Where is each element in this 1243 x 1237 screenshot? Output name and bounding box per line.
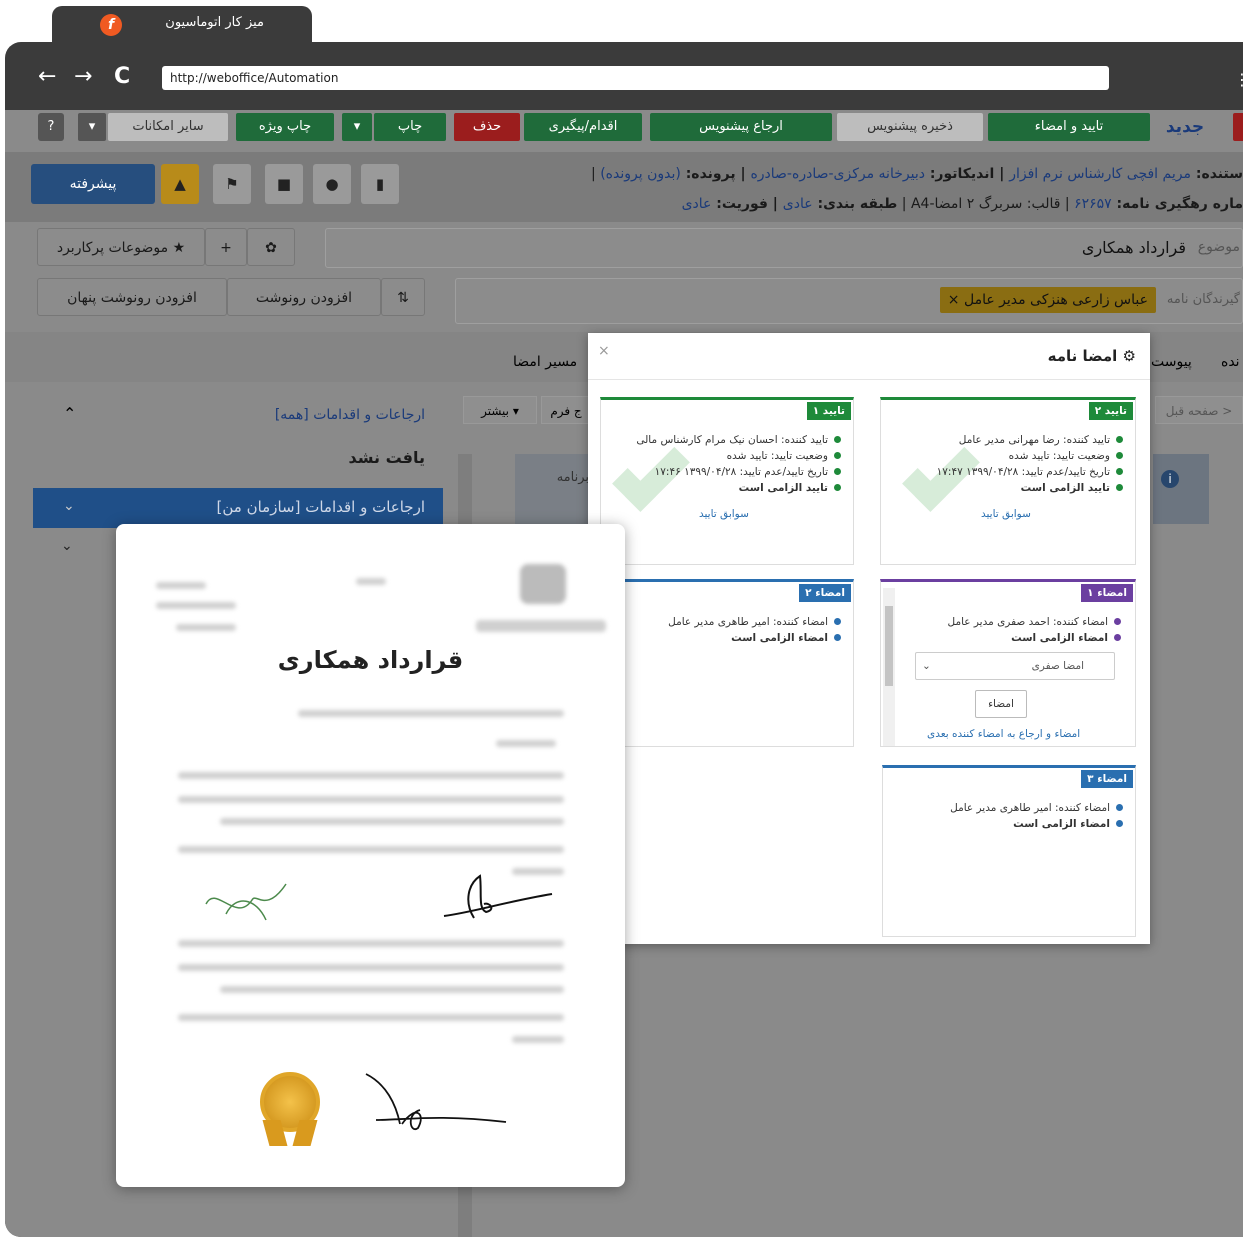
tab-title: میز کار اتوماسیون	[165, 15, 264, 30]
advanced-button[interactable]: پیشرفته	[31, 164, 155, 204]
other-features-button[interactable]: سایر امکانات	[108, 113, 228, 141]
sign-card-3: امضاء ۳ امضاء کننده: امیر طاهری مدیر عام…	[882, 765, 1136, 937]
info-line-1: ستنده: مریم افچی کارشناس نرم افزار | اند…	[591, 166, 1243, 182]
help-icon[interactable]: ?	[38, 113, 64, 141]
previous-page-button[interactable]: < صفحه قبل	[1155, 396, 1243, 424]
save-draft-button[interactable]: ذخیره پیشنویس	[837, 113, 983, 141]
flag-icon[interactable]: ⚑	[213, 164, 251, 204]
frequent-subjects-button[interactable]: ★ موضوعات پرکاربرد	[37, 228, 205, 266]
recipients-input[interactable]: گیرندگان نامه عباس زارعی هنزکی مدیر عامل…	[455, 278, 1243, 324]
app-logo-icon: f	[100, 14, 122, 36]
info-panel: i	[1153, 454, 1209, 524]
subject-input[interactable]: موضوع قرارداد همکاری	[325, 228, 1243, 268]
signature-3	[365, 1073, 507, 1131]
info-icon: i	[1161, 470, 1179, 488]
sign-card-2: امضاء ۲ امضاء کننده: امیر طاهری مدیر عام…	[622, 579, 854, 747]
chevron-down-icon[interactable]: ⌄	[61, 538, 73, 554]
sign-modal: × ⚙ امضا نامه تایید ۲ تایید کننده: رضا م…	[588, 333, 1150, 944]
approve-history-link[interactable]: سوابق تایید	[981, 508, 1031, 520]
delete-button[interactable]: حذف	[454, 113, 520, 141]
approve-card-1: تایید ۱ تایید کننده: احسان نیک مرام کارش…	[600, 397, 854, 565]
more-button[interactable]: ▾ بیشتر	[463, 396, 537, 424]
forward-arrow-icon[interactable]: →	[74, 64, 92, 89]
approve-sign-button[interactable]: تایید و امضاء	[988, 113, 1150, 141]
pin-icon[interactable]	[1233, 113, 1243, 141]
signature-1	[443, 874, 553, 919]
tab-sign-path[interactable]: مسیر امضا	[513, 354, 577, 370]
print-button[interactable]: چاپ	[374, 113, 446, 141]
back-arrow-icon[interactable]: ←	[38, 64, 56, 89]
info-line-2: ماره رهگیری نامه: ۶۲۶۵۷ | قالب: سربرگ ۲ …	[681, 196, 1243, 212]
program-panel: برنامه	[515, 454, 595, 524]
signature-2	[205, 883, 287, 921]
company-logo	[520, 564, 566, 604]
add-subject-button[interactable]: +	[205, 228, 247, 266]
add-copy-button[interactable]: افزودن رونوشت	[227, 278, 381, 316]
mic-icon[interactable]: ●	[313, 164, 351, 204]
recipient-chip[interactable]: عباس زارعی هنزکی مدیر عامل ×	[939, 287, 1156, 313]
signature-select[interactable]: امضا صفری ⌄	[915, 652, 1115, 680]
sort-icon[interactable]: ⇅	[381, 278, 425, 316]
card-scrollbar[interactable]	[883, 588, 895, 746]
special-print-button[interactable]: چاپ ویژه	[236, 113, 334, 141]
address-bar[interactable]: http://weboffice/Automation	[162, 66, 1109, 90]
sign-button[interactable]: امضاء	[975, 690, 1027, 718]
other-dropdown-icon[interactable]: ▾	[78, 113, 106, 141]
bookmark-icon[interactable]: ▮	[361, 164, 399, 204]
reload-icon[interactable]: C	[114, 64, 130, 89]
print-dropdown-icon[interactable]: ▾	[342, 113, 372, 141]
approve-history-link[interactable]: سوابق تایید	[699, 508, 749, 520]
tab-attachment[interactable]: پیوست	[1151, 354, 1192, 370]
modal-title: ⚙ امضا نامه	[1047, 347, 1136, 365]
add-hidden-copy-button[interactable]: افزودن رونوشت پنهان	[37, 278, 227, 316]
sign-and-refer-link[interactable]: امضاء و ارجاع به امضاء کننده بعدی	[927, 728, 1080, 740]
browser-menu-icon[interactable]: ⋮	[1234, 70, 1243, 89]
close-icon[interactable]: ×	[598, 343, 610, 359]
paw-icon[interactable]: ✿	[247, 228, 295, 266]
form-button[interactable]: ج فرم	[541, 396, 591, 424]
action-followup-button[interactable]: اقدام/پیگیری	[524, 113, 642, 141]
lock-icon[interactable]: ■	[265, 164, 303, 204]
side-header-all[interactable]: ⌃ ارجاعات و اقدامات [همه]	[33, 392, 443, 442]
not-found-text: یافت نشد	[348, 448, 425, 467]
browser-tab[interactable]: f میز کار اتوماسیون	[52, 6, 312, 42]
refer-draft-button[interactable]: ارجاع پیشنویس	[650, 113, 832, 141]
sign-card-1: امضاء ۱ امضاء کننده: احمد صفری مدیر عامل…	[880, 579, 1136, 747]
document-title: قرارداد همکاری	[277, 646, 464, 674]
approve-card-2: تایید ۲ تایید کننده: رضا مهرانی مدیر عام…	[880, 397, 1136, 565]
document-preview: قرارداد همکاری	[116, 524, 625, 1187]
new-button[interactable]: جدید	[1155, 113, 1215, 141]
side-header-org[interactable]: ⌄ ارجاعات و اقدامات [سازمان من]	[33, 488, 443, 528]
tab-body[interactable]: ندە	[1221, 354, 1240, 370]
bell-icon[interactable]: ▲	[161, 164, 199, 204]
